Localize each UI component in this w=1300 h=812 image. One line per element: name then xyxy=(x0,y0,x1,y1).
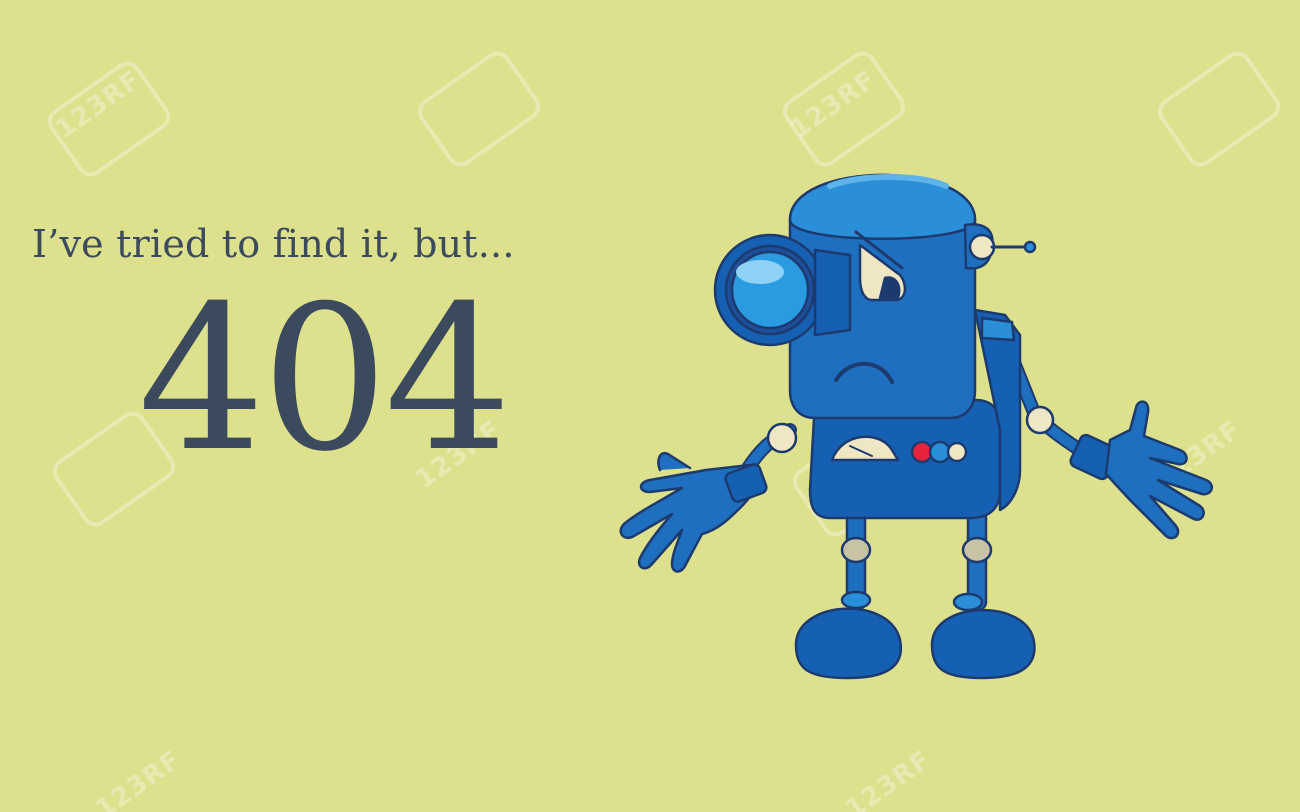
right-hand xyxy=(1104,400,1214,540)
error-tagline: I’ve tried to find it, but... xyxy=(32,222,515,266)
watermark-badge xyxy=(412,46,546,172)
right-foot xyxy=(930,608,1036,680)
chest-button-cream xyxy=(946,441,968,463)
right-elbow xyxy=(1025,405,1055,435)
antenna-tip xyxy=(1023,240,1037,254)
watermark-text: 123RF xyxy=(840,744,937,812)
watermark-text: 123RF xyxy=(785,64,882,146)
right-knee xyxy=(961,536,993,564)
watermark-badge xyxy=(42,56,176,182)
left-foot xyxy=(794,607,903,680)
robot-icon xyxy=(619,173,1214,680)
watermark-text: 123RF xyxy=(90,744,187,812)
left-knee xyxy=(840,536,872,564)
left-shoulder xyxy=(766,422,798,454)
error-code: 404 xyxy=(138,263,512,496)
ear-knob xyxy=(968,233,996,261)
watermark-text: 123RF xyxy=(50,64,147,146)
